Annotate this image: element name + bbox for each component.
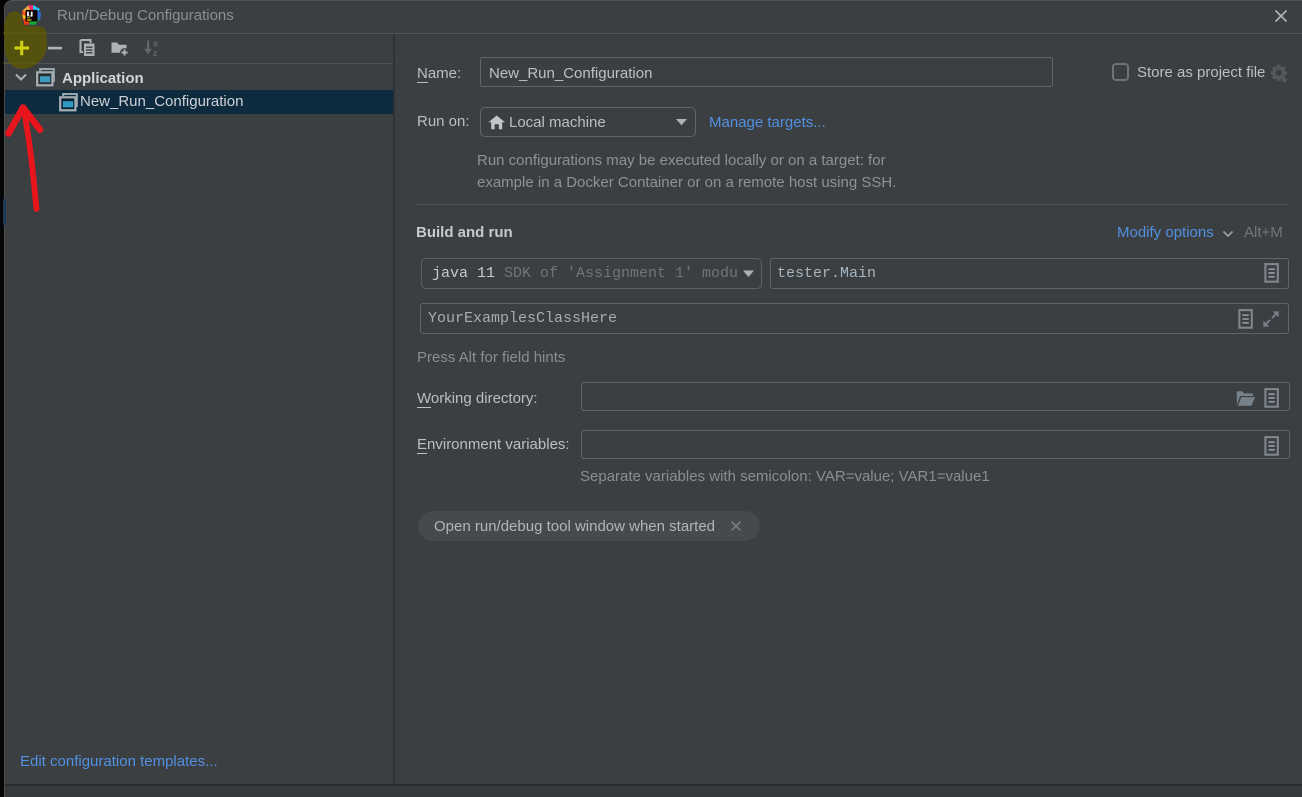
svg-text:a: a	[153, 39, 158, 48]
svg-text:z: z	[153, 48, 157, 57]
